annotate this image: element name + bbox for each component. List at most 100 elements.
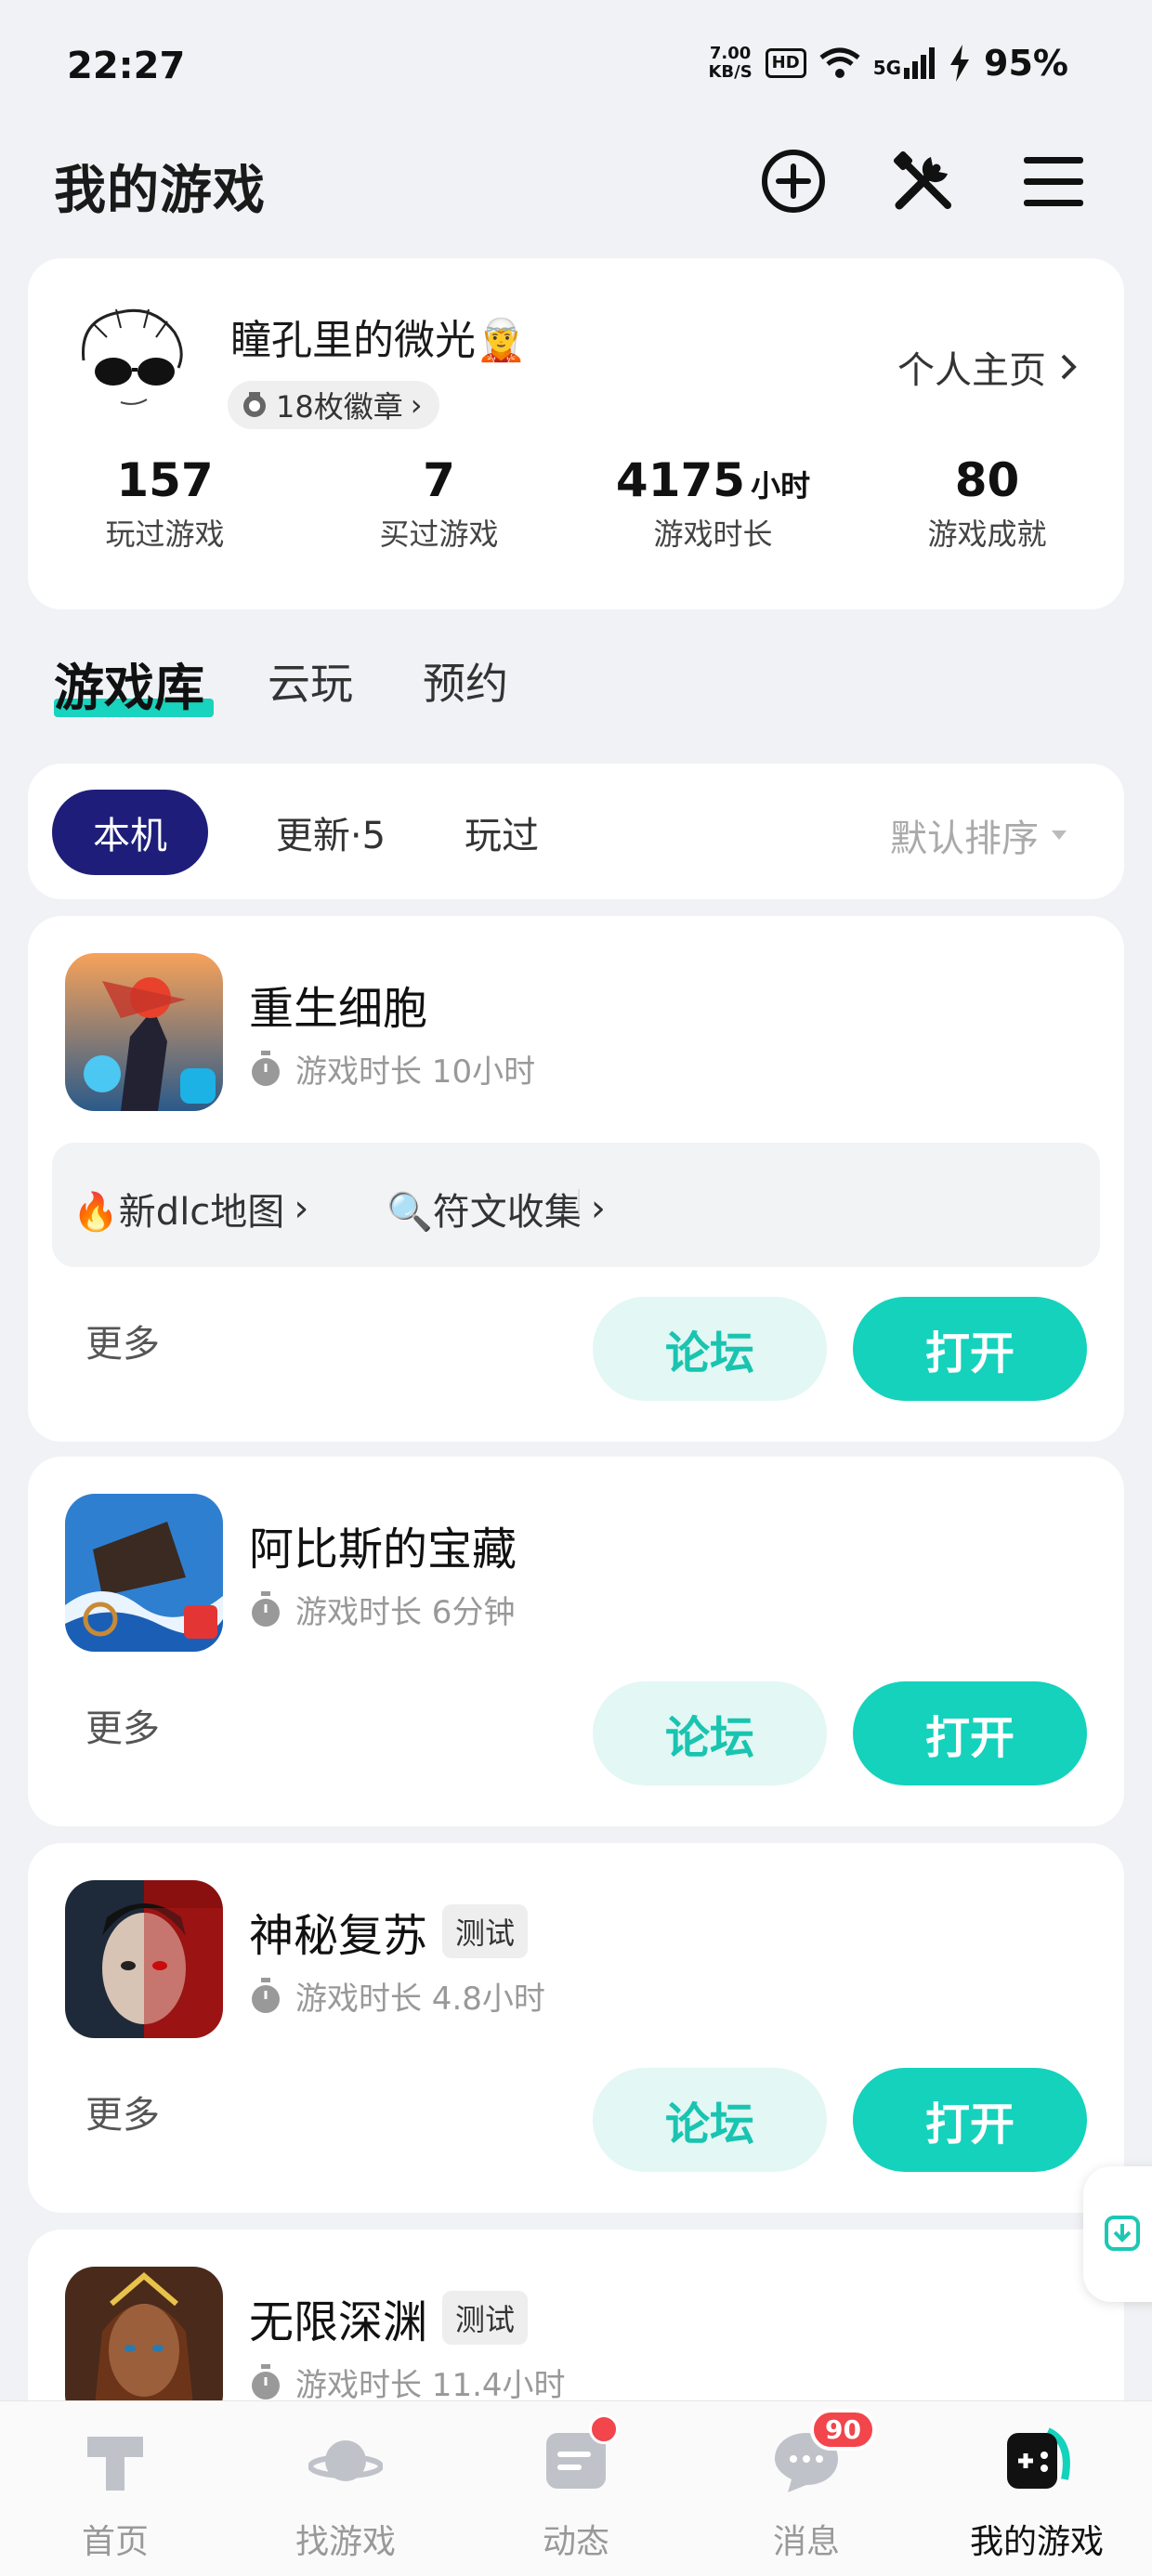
game-card[interactable]: 神秘复苏 测试 游戏时长 4.8小时 更多 论坛 打开 xyxy=(28,1843,1124,2213)
stopwatch-icon xyxy=(252,1050,280,1086)
page-title: 我的游戏 xyxy=(54,161,266,221)
menu-icon[interactable] xyxy=(1016,144,1091,218)
stat-playtime[interactable]: 4175 小时 游戏时长 xyxy=(576,453,850,554)
badges-button[interactable]: 18枚徽章 › xyxy=(228,381,439,429)
game-card[interactable]: 重生细胞 游戏时长 10小时 🔥新dlc地图 › 🔍符文收集 › 更多 论坛 打… xyxy=(28,916,1124,1442)
quick-link-label: 🔍符文收集 xyxy=(386,1191,582,1234)
game-title: 神秘复苏 测试 xyxy=(249,1899,529,1964)
forum-button[interactable]: 论坛 xyxy=(593,1681,827,1785)
net-speed-unit: KB/S xyxy=(708,62,753,82)
game-name-text: 无限深渊 xyxy=(249,2296,428,2348)
game-playtime: 游戏时长 10小时 xyxy=(249,1046,535,1092)
nav-discover[interactable]: 找游戏 xyxy=(230,2401,461,2576)
more-button[interactable]: 更多 xyxy=(85,2085,160,2138)
charging-icon xyxy=(950,45,970,82)
planet-icon xyxy=(308,2440,383,2481)
stat-value: 4175 xyxy=(615,453,746,507)
profile-card: 瞳孔里的微光🧝 18枚徽章 › 个人主页 157 玩过游戏 7 买过游戏 417… xyxy=(28,258,1124,609)
test-tag: 测试 xyxy=(442,2291,529,2345)
game-title: 阿比斯的宝藏 xyxy=(249,1512,517,1577)
game-icon-mystery-revival[interactable] xyxy=(65,1880,223,2038)
chevron-right-icon: › xyxy=(410,387,423,423)
nav-feed[interactable]: 动态 xyxy=(461,2401,691,2576)
hd-icon: HD xyxy=(765,48,806,78)
wifi-icon xyxy=(819,47,860,78)
badges-label: 18枚徽章 xyxy=(276,389,403,425)
message-badge: 90 xyxy=(810,2409,876,2451)
stopwatch-icon xyxy=(252,1590,280,1627)
more-button[interactable]: 更多 xyxy=(85,1698,160,1752)
net-speed-value: 7.00 xyxy=(709,44,752,63)
game-icon-abyss-treasure[interactable] xyxy=(65,1494,223,1652)
nav-label: 消息 xyxy=(772,2523,840,2561)
playtime-text: 游戏时长 10小时 xyxy=(295,1053,536,1091)
quick-link-label: 🔥新dlc地图 xyxy=(72,1191,285,1234)
playtime-text: 游戏时长 6分钟 xyxy=(295,1594,516,1631)
stat-played[interactable]: 157 玩过游戏 xyxy=(28,453,302,554)
home-icon xyxy=(87,2437,143,2491)
notification-dot xyxy=(589,2414,619,2444)
stat-label: 游戏时长 xyxy=(653,517,773,552)
stat-label: 玩过游戏 xyxy=(105,517,225,552)
stat-label: 游戏成就 xyxy=(927,517,1047,552)
quick-link-rune[interactable]: 🔍符文收集 › xyxy=(386,1182,606,1236)
chevron-right-icon: › xyxy=(590,1187,606,1230)
open-button[interactable]: 打开 xyxy=(853,2068,1087,2172)
battery-level: 95% xyxy=(984,43,1068,84)
game-playtime: 游戏时长 6分钟 xyxy=(249,1587,515,1632)
nav-messages[interactable]: 90 消息 xyxy=(691,2401,922,2576)
filter-local[interactable]: 本机 xyxy=(52,790,208,875)
stopwatch-icon xyxy=(252,2363,280,2399)
stat-value: 80 xyxy=(954,453,1020,507)
forum-button[interactable]: 论坛 xyxy=(593,1297,827,1401)
test-tag: 测试 xyxy=(442,1904,529,1958)
filter-updates[interactable]: 更新·5 xyxy=(230,790,431,875)
open-button[interactable]: 打开 xyxy=(853,1681,1087,1785)
playtime-text: 游戏时长 11.4小时 xyxy=(295,2367,566,2404)
username: 瞳孔里的微光🧝 xyxy=(230,307,527,366)
signal-icon xyxy=(904,47,936,79)
quick-link-dlc-map[interactable]: 🔥新dlc地图 › xyxy=(72,1182,308,1236)
add-circle-icon[interactable] xyxy=(756,144,831,218)
home-link-label: 个人主页 xyxy=(897,349,1046,392)
stat-value: 7 xyxy=(423,453,455,507)
stat-bought[interactable]: 7 买过游戏 xyxy=(302,453,576,554)
game-name-text: 阿比斯的宝藏 xyxy=(249,1523,517,1576)
nav-label: 我的游戏 xyxy=(969,2523,1104,2561)
game-card[interactable]: 阿比斯的宝藏 游戏时长 6分钟 更多 论坛 打开 xyxy=(28,1457,1124,1826)
game-playtime: 游戏时长 4.8小时 xyxy=(249,1973,545,2019)
network-label: 5G xyxy=(872,57,902,79)
filter-played[interactable]: 玩过 xyxy=(437,790,567,875)
chevron-right-icon: › xyxy=(294,1187,309,1230)
more-button[interactable]: 更多 xyxy=(85,1314,160,1367)
stats-row: 157 玩过游戏 7 买过游戏 4175 小时 游戏时长 80 游戏成就 xyxy=(28,453,1124,554)
caret-down-icon xyxy=(1052,830,1067,840)
game-name-text: 重生细胞 xyxy=(249,983,428,1035)
tab-library[interactable]: 游戏库 xyxy=(54,647,204,720)
nav-label: 首页 xyxy=(81,2523,149,2561)
nav-home[interactable]: 首页 xyxy=(0,2401,230,2576)
avatar[interactable] xyxy=(65,295,195,425)
chevron-right-icon xyxy=(1061,354,1077,380)
download-float-button[interactable] xyxy=(1083,2166,1152,2302)
game-icon-dead-cells[interactable] xyxy=(65,953,223,1111)
game-name-text: 神秘复苏 xyxy=(249,1910,428,1962)
status-time: 22:27 xyxy=(67,45,186,87)
profile-home-link[interactable]: 个人主页 xyxy=(897,340,1078,394)
open-button[interactable]: 打开 xyxy=(853,1297,1087,1401)
medal-icon xyxy=(243,392,266,417)
game-title: 无限深渊 测试 xyxy=(249,2285,529,2350)
tab-cloud[interactable]: 云玩 xyxy=(268,650,353,712)
gamepad-icon xyxy=(1007,2427,1070,2489)
stat-achievements[interactable]: 80 游戏成就 xyxy=(850,453,1124,554)
stat-unit: 小时 xyxy=(751,468,811,503)
nav-my-games[interactable]: 我的游戏 xyxy=(922,2401,1152,2576)
sort-dropdown[interactable]: 默认排序 xyxy=(890,808,1068,862)
forum-button[interactable]: 论坛 xyxy=(593,2068,827,2172)
download-icon xyxy=(1105,2216,1140,2251)
tools-icon[interactable] xyxy=(886,144,961,218)
game-playtime: 游戏时长 11.4小时 xyxy=(249,2360,566,2405)
nav-label: 找游戏 xyxy=(295,2523,396,2561)
tab-reserve[interactable]: 预约 xyxy=(423,650,508,712)
game-title: 重生细胞 xyxy=(249,972,427,1037)
